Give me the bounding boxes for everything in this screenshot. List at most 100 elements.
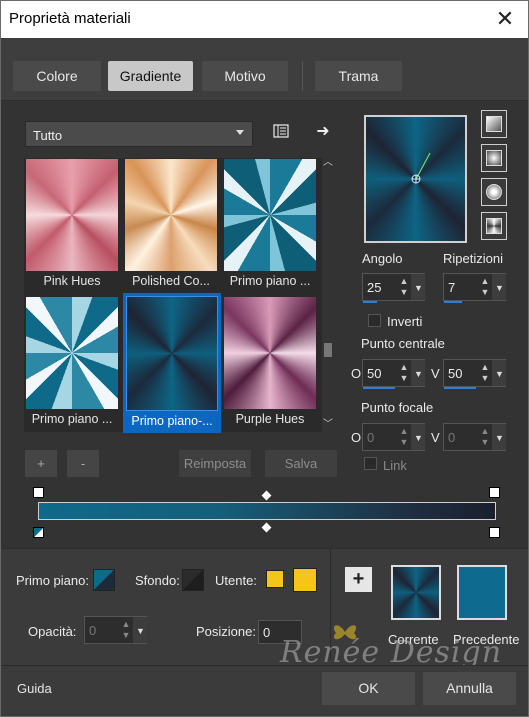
start-opacity-stop[interactable] (33, 487, 44, 498)
gradient-preview[interactable] (364, 115, 467, 243)
repeats-value: 7 (448, 280, 456, 295)
end-opacity-stop[interactable] (489, 487, 500, 498)
tab-separator (302, 61, 303, 91)
focal-v-value: 0 (448, 430, 456, 445)
background-color-swatch[interactable] (182, 569, 204, 591)
opacity-value: 0 (89, 623, 97, 638)
chevron-down-icon (236, 130, 244, 135)
repeats-label: Ripetizioni (443, 251, 503, 266)
center-o-label: O (351, 366, 362, 381)
user-color-swatch[interactable] (266, 570, 284, 588)
gradient-item-label: Primo piano ... (31, 412, 113, 426)
ok-button[interactable]: OK (322, 672, 415, 705)
book-menu-icon[interactable] (270, 123, 292, 145)
gradient-item-primo-piano-1[interactable]: Primo piano ... (223, 158, 317, 292)
dropdown-button[interactable]: ▼ (492, 424, 506, 450)
gradient-item-label: Pink Hues (43, 274, 101, 288)
sunburst-gradient-type-button[interactable] (481, 178, 507, 206)
spin-arrows-icon[interactable]: ▲ ▼ (397, 362, 411, 384)
opacity-label: Opacità: (28, 624, 77, 639)
window-title: Proprietà materiali (9, 10, 131, 27)
gradient-item-pink-hues[interactable]: Pink Hues (25, 158, 119, 292)
remove-gradient-button[interactable]: - (67, 450, 99, 477)
gradient-item-label: Primo piano-... (131, 414, 213, 428)
gradient-item-primo-piano-2[interactable]: Primo piano ... (25, 296, 119, 430)
center-v-label: V (431, 366, 440, 381)
arrow-right-icon[interactable]: ➜ (312, 121, 334, 143)
center-v-value: 50 (448, 366, 463, 381)
opacity-stepper[interactable]: 0 ▲ ▼ ▼ (84, 616, 147, 644)
category-select[interactable]: Tutto (25, 121, 253, 147)
gradient-thumbnail (224, 297, 316, 409)
dropdown-button[interactable]: ▼ (492, 360, 506, 386)
gradient-item-primo-piano-selected[interactable]: Primo piano-... (123, 293, 221, 433)
tab-trama[interactable]: Trama (315, 61, 402, 91)
repeats-stepper[interactable]: 7 ▲ ▼ ▼ (443, 273, 506, 303)
scrollbar-thumb[interactable] (324, 343, 332, 357)
current-gradient-swatch[interactable] (391, 565, 441, 620)
end-color-stop[interactable] (489, 527, 500, 538)
user-color-swatch-large[interactable] (293, 568, 317, 592)
gradient-thumbnail (26, 297, 118, 409)
angle-stepper[interactable]: 25 ▲ ▼ ▼ (362, 273, 425, 303)
focal-point-label: Punto focale (361, 400, 434, 415)
gradient-thumbnail (224, 159, 316, 271)
center-v-level-bar (444, 387, 476, 389)
spin-arrows-icon[interactable]: ▲ ▼ (119, 619, 133, 641)
dropdown-button[interactable]: ▼ (492, 274, 506, 300)
dropdown-button[interactable]: ▼ (411, 424, 425, 450)
dropdown-button[interactable]: ▼ (411, 360, 425, 386)
angle-value: 25 (367, 280, 382, 295)
background-label: Sfondo: (135, 573, 180, 588)
focal-horizontal-stepper[interactable]: 0 ▲ ▼ ▼ (362, 423, 425, 451)
scroll-up-icon[interactable]: ︿ (322, 158, 334, 168)
linear-gradient-type-button[interactable] (481, 110, 507, 138)
cancel-button[interactable]: Annulla (423, 672, 516, 705)
library-scrollbar[interactable] (322, 158, 334, 432)
gradient-bar[interactable] (38, 502, 496, 520)
tab-colore[interactable]: Colore (13, 61, 101, 91)
gradient-thumbnail (125, 159, 217, 271)
link-label: Link (383, 458, 407, 473)
tab-motivo[interactable]: Motivo (202, 61, 288, 91)
tab-gradiente[interactable]: Gradiente (108, 61, 193, 91)
primary-color-swatch[interactable] (93, 569, 115, 591)
add-gradient-button[interactable]: + (25, 450, 57, 477)
angle-level-bar (363, 301, 377, 303)
gradient-item-label: Purple Hues (235, 412, 305, 426)
spin-arrows-icon[interactable]: ▲ ▼ (478, 362, 492, 384)
primary-label: Primo piano: (16, 573, 89, 588)
help-link[interactable]: Guida (17, 681, 52, 696)
spin-arrows-icon[interactable]: ▲ ▼ (478, 426, 492, 448)
focal-vertical-stepper[interactable]: 0 ▲ ▼ ▼ (443, 423, 506, 451)
spin-arrows-icon[interactable]: ▲ ▼ (397, 426, 411, 448)
radial-gradient-icon (486, 218, 502, 234)
gradient-item-polished-copper[interactable]: Polished Co... (124, 158, 218, 292)
gradient-item-label: Polished Co... (132, 274, 210, 288)
center-horizontal-stepper[interactable]: 50 ▲ ▼ ▼ (362, 359, 425, 389)
center-point-label: Punto centrale (361, 336, 445, 351)
previous-color-swatch[interactable] (457, 565, 507, 620)
repeats-level-bar (444, 301, 462, 303)
gradient-item-purple-hues[interactable]: Purple Hues (223, 296, 317, 430)
radial-gradient-type-button[interactable] (481, 212, 507, 240)
invert-checkbox[interactable] (368, 314, 381, 327)
rectangular-gradient-type-button[interactable] (481, 144, 507, 172)
spin-arrows-icon[interactable]: ▲ ▼ (478, 276, 492, 298)
link-checkbox[interactable] (364, 457, 377, 470)
center-o-value: 50 (367, 366, 382, 381)
gradient-thumbnail (26, 159, 118, 271)
scroll-down-icon[interactable]: ﹀ (322, 420, 334, 430)
dropdown-button[interactable]: ▼ (411, 274, 425, 300)
spin-arrows-icon[interactable]: ▲ ▼ (397, 276, 411, 298)
dropdown-button[interactable]: ▼ (133, 617, 147, 643)
close-icon[interactable]: ✕ (491, 5, 519, 33)
plus-icon[interactable]: + (345, 567, 372, 592)
center-vertical-stepper[interactable]: 50 ▲ ▼ ▼ (443, 359, 506, 389)
focal-o-label: O (351, 430, 362, 445)
invert-label: Inverti (387, 314, 423, 329)
focal-o-value: 0 (367, 430, 375, 445)
reset-button[interactable]: Reimposta (179, 450, 251, 477)
start-color-stop[interactable] (33, 527, 44, 538)
save-button[interactable]: Salva (265, 450, 337, 477)
